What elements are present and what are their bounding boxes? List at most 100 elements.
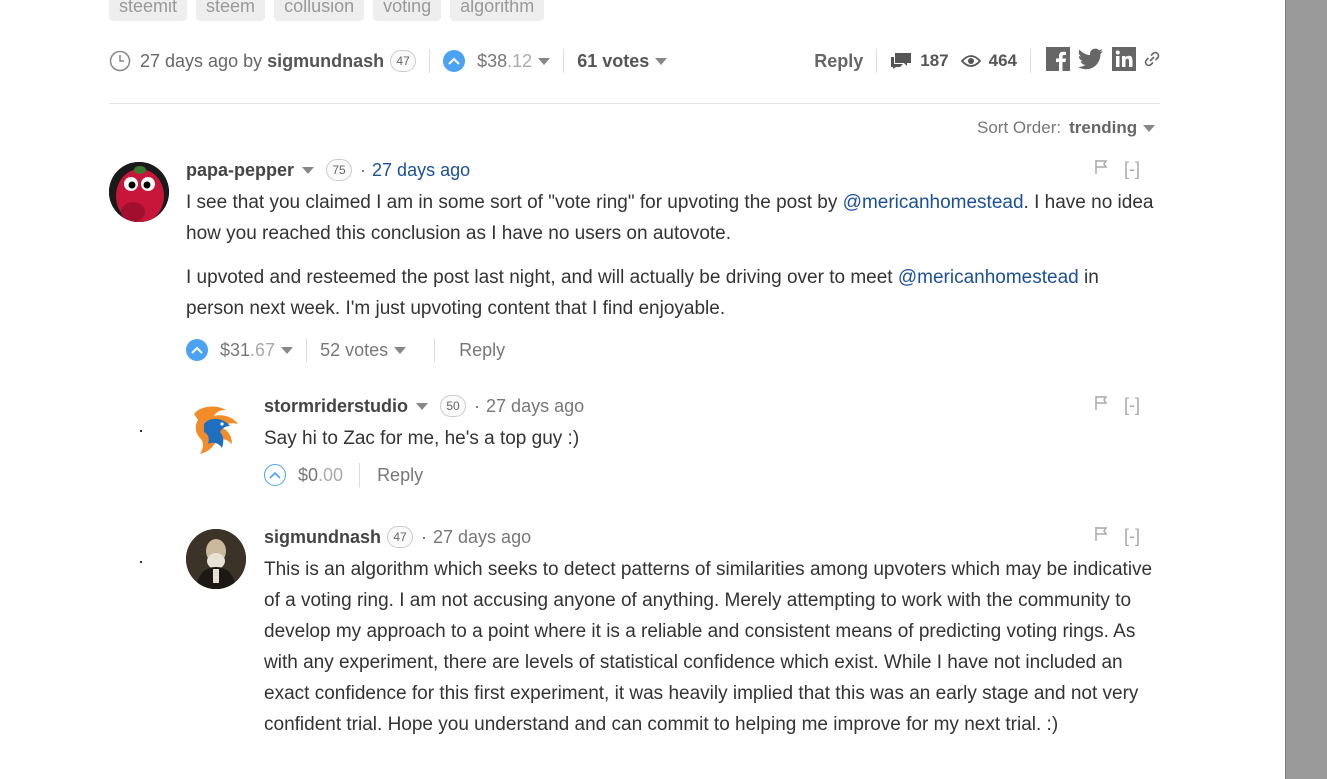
avatar[interactable] — [109, 162, 169, 222]
separator — [306, 338, 308, 362]
avatar-image — [194, 406, 238, 454]
comment-actions: $0.00 Reply — [264, 460, 1164, 490]
comment-body: Say hi to Zac for me, he's a top guy :) — [264, 423, 1164, 454]
share-links — [1046, 46, 1160, 76]
collapse-toggle[interactable]: [-] — [1124, 395, 1140, 416]
caret-down-icon[interactable] — [302, 166, 315, 174]
twitter-icon[interactable] — [1078, 48, 1104, 75]
post-meta-bar: 27 days ago by sigmundnash 47 $38.12 61 … — [109, 46, 1160, 76]
facebook-icon[interactable] — [1046, 46, 1070, 76]
upvote-button[interactable] — [186, 339, 208, 361]
user-mention-link[interactable]: @mericanhomestead — [843, 192, 1024, 213]
tag-list: steemit steem collusion voting algorithm — [109, 0, 545, 21]
post-author-link[interactable]: sigmundnash — [267, 51, 384, 72]
window-right-gutter — [1285, 0, 1327, 779]
post-meta-actions: Reply 187 464 — [814, 46, 1160, 76]
flag-icon[interactable] — [1094, 159, 1108, 180]
tag[interactable]: steem — [196, 0, 266, 21]
flag-icon[interactable] — [1094, 395, 1108, 416]
comment-payout[interactable]: $31.67 — [220, 340, 294, 361]
comment-timestamp-link[interactable]: 27 days ago — [372, 160, 470, 181]
separator — [359, 463, 361, 487]
sort-label: Sort Order: — [977, 118, 1062, 137]
flag-icon[interactable] — [1094, 526, 1108, 547]
separator — [876, 49, 878, 73]
upvote-button[interactable] — [264, 464, 286, 486]
separator-dot: · — [474, 395, 481, 416]
avatar[interactable] — [186, 529, 246, 589]
comment-author-link[interactable]: papa-pepper — [186, 160, 294, 181]
comment-author-link[interactable]: stormriderstudio — [264, 396, 408, 417]
author-reputation-badge: 75 — [326, 159, 353, 181]
tag[interactable]: algorithm — [450, 0, 545, 21]
caret-down-icon — [1143, 125, 1156, 133]
post-reply-link[interactable]: Reply — [814, 51, 863, 72]
comment-votes-dropdown[interactable]: 52 votes — [320, 340, 407, 361]
comment-payout: $0.00 — [298, 464, 344, 485]
comment-body: I see that you claimed I am in some sort… — [186, 187, 1161, 324]
comment-header: papa-pepper 75 · 27 days ago — [186, 157, 1161, 183]
collapse-toggle[interactable]: [-] — [1124, 526, 1140, 547]
tag[interactable]: collusion — [274, 0, 365, 21]
separator — [563, 49, 565, 73]
caret-down-icon — [655, 58, 668, 66]
author-reputation-badge: 50 — [440, 395, 467, 417]
comment-author-link[interactable]: sigmundnash — [264, 527, 381, 548]
caret-down-icon — [281, 347, 294, 355]
caret-down-icon — [538, 58, 551, 66]
comment-reply-link[interactable]: Reply — [459, 340, 505, 361]
avatar-image — [186, 529, 246, 589]
avatar-image — [109, 162, 169, 222]
eye-icon — [960, 55, 981, 67]
comment-timestamp-link[interactable]: 27 days ago — [433, 527, 531, 548]
comment-paragraph: I upvoted and resteemed the post last ni… — [186, 267, 1099, 319]
comment-actions: $31.67 52 votes Reply — [186, 335, 1161, 365]
views-count: 464 — [960, 51, 1017, 71]
comments-count[interactable]: 187 — [890, 51, 949, 71]
comment-header: sigmundnash 47 · 27 days ago — [264, 524, 1164, 550]
linkedin-icon[interactable] — [1112, 46, 1136, 76]
comments-icon — [891, 53, 912, 69]
thread-marker — [140, 430, 142, 432]
sort-order: Sort Order: trending — [977, 118, 1156, 138]
comment-tools: [-] — [1094, 526, 1140, 547]
comment-paragraph: This is an algorithm which seeks to dete… — [264, 559, 1153, 735]
separator — [1030, 49, 1031, 73]
chevron-up-icon — [269, 471, 281, 479]
caret-down-icon — [394, 347, 407, 355]
avatar[interactable] — [186, 400, 246, 460]
comment-tools: [-] — [1094, 395, 1140, 416]
separator-dot: · — [421, 526, 428, 547]
upvote-button[interactable] — [443, 50, 466, 72]
collapse-toggle[interactable]: [-] — [1124, 159, 1140, 180]
tag[interactable]: steemit — [109, 0, 188, 21]
separator-dot: · — [360, 159, 367, 180]
caret-down-icon[interactable] — [416, 402, 429, 410]
comment-body: This is an algorithm which seeks to dete… — [264, 554, 1164, 740]
post-payout[interactable]: $38.12 — [477, 51, 551, 72]
chevron-up-icon — [191, 346, 203, 354]
clock-icon — [109, 50, 131, 72]
comment-paragraph: I see that you claimed I am in some sort… — [186, 192, 1154, 244]
comment-paragraph: Say hi to Zac for me, he's a top guy :) — [264, 428, 580, 449]
link-icon[interactable] — [1144, 51, 1160, 72]
comment: sigmundnash 47 · 27 days ago This is an … — [264, 524, 1164, 753]
user-mention-link[interactable]: @mericanhomestead — [898, 267, 1079, 288]
sort-order-dropdown[interactable]: trending — [1069, 118, 1156, 138]
divider — [109, 103, 1160, 104]
comment: stormriderstudio 50 · 27 days ago Say hi… — [264, 393, 1164, 490]
thread-marker — [140, 561, 142, 563]
post-votes-dropdown[interactable]: 61 votes — [577, 51, 668, 72]
chevron-up-icon — [448, 57, 460, 65]
separator — [429, 49, 431, 73]
author-reputation-badge: 47 — [390, 50, 417, 72]
comment: papa-pepper 75 · 27 days ago I see that … — [186, 157, 1161, 365]
comment-header: stormriderstudio 50 · 27 days ago — [264, 393, 1164, 419]
comment-tools: [-] — [1094, 159, 1140, 180]
author-reputation-badge: 47 — [387, 526, 414, 548]
post-time: 27 days ago by — [140, 50, 263, 71]
separator — [434, 338, 436, 362]
comment-reply-link[interactable]: Reply — [377, 465, 423, 486]
comment-timestamp-link[interactable]: 27 days ago — [486, 396, 584, 417]
tag[interactable]: voting — [373, 0, 442, 21]
